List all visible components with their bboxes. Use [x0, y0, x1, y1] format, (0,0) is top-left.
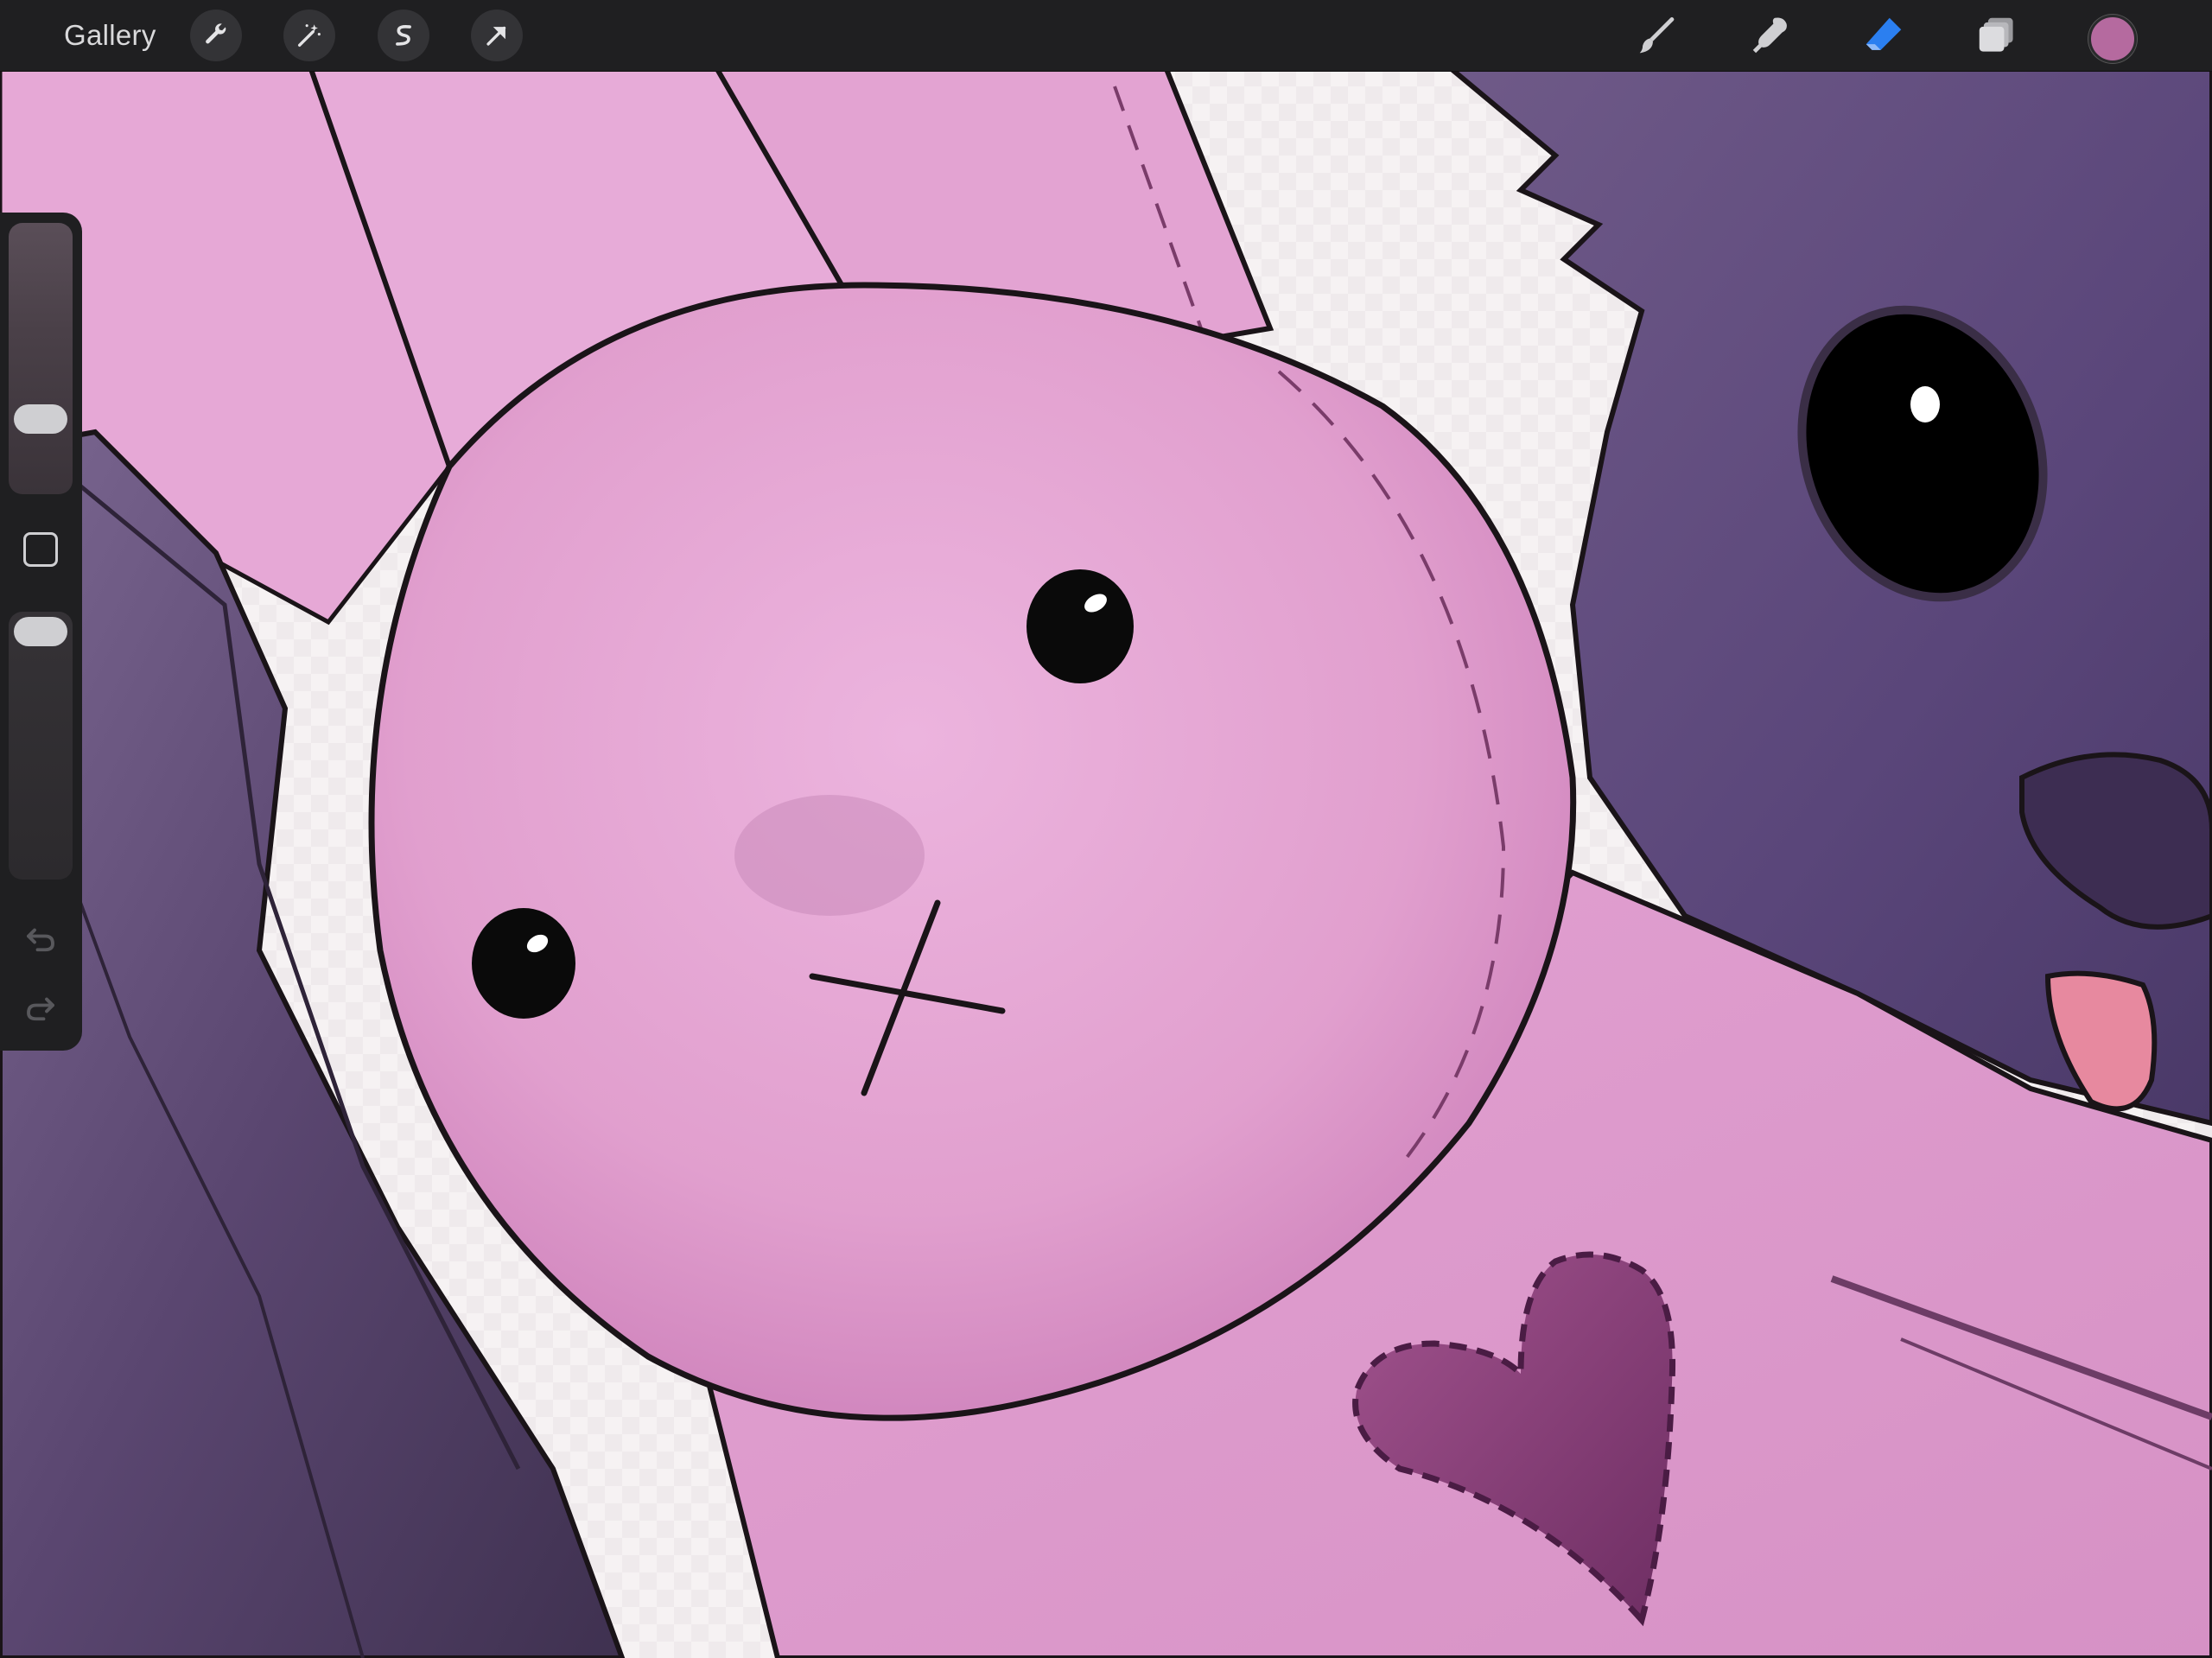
brush-opacity-thumb[interactable] — [14, 617, 67, 646]
smudge-finger-icon — [1752, 17, 1787, 54]
brush-tool[interactable] — [1631, 10, 1683, 61]
brush-size-thumb[interactable] — [14, 403, 67, 434]
layers-tool[interactable] — [1971, 10, 2023, 61]
drawing-canvas[interactable] — [0, 0, 2212, 1658]
magic-wand-icon — [297, 24, 321, 48]
brush-size-slider[interactable] — [9, 223, 73, 494]
actions-button[interactable] — [190, 10, 242, 61]
bunny-right-eye — [1027, 569, 1134, 683]
brush-opacity-slider[interactable] — [9, 612, 73, 880]
transform-arrow-icon — [486, 26, 506, 46]
square-modify-icon[interactable] — [23, 532, 58, 567]
left-sidebar — [0, 213, 82, 1051]
adjustments-button[interactable] — [283, 10, 335, 61]
undo-icon — [27, 928, 54, 952]
bunny-left-eye — [472, 908, 575, 1019]
gallery-button[interactable]: Gallery — [64, 16, 156, 55]
selection-button[interactable] — [378, 10, 429, 61]
layers-icon — [1979, 17, 2013, 52]
top-toolbar: Gallery — [0, 0, 2212, 72]
artwork — [0, 0, 2212, 1658]
smudge-tool[interactable] — [1745, 10, 1796, 61]
dog-eye-highlight — [1910, 386, 1940, 422]
transform-button[interactable] — [471, 10, 523, 61]
color-swatch-icon[interactable] — [2088, 15, 2137, 63]
eraser-icon — [1866, 17, 1902, 50]
wrench-icon — [206, 23, 226, 44]
procreate-app: Gallery — [0, 0, 2212, 1658]
brush-icon — [1639, 16, 1675, 54]
redo-icon — [27, 997, 54, 1021]
selection-s-icon — [396, 24, 411, 46]
undo-button[interactable] — [19, 918, 62, 961]
redo-button[interactable] — [19, 987, 62, 1030]
eraser-tool[interactable] — [1858, 10, 1910, 61]
